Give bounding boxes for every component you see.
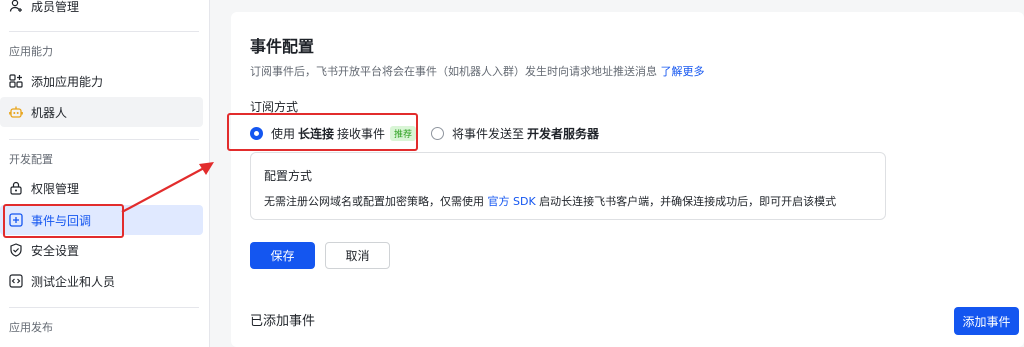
sidebar-divider [9,31,199,32]
annotation-highlight-long-connection [227,113,418,151]
page-description: 订阅事件后，飞书开放平台将会在事件（如机器人入群）发生时向请求地址推送消息 了解… [250,63,705,79]
radio-unchecked-icon[interactable] [431,126,444,140]
config-method-box: 配置方式 无需注册公网域名或配置加密策略，仅需使用 官方 SDK 启动长连接飞书… [250,152,886,220]
radio-label-bold: 开发者服务器 [527,126,600,141]
sidebar-item-member-management[interactable]: 成员管理 [0,0,203,21]
radio-label-prefix: 将事件发送至 [452,126,525,141]
config-method-title: 配置方式 [264,169,313,183]
radio-dev-server[interactable]: 将事件发送至 开发者服务器 [431,124,602,142]
grid-plus-icon [9,74,23,88]
page-title: 事件配置 [250,37,315,56]
sidebar-item-label: 机器人 [31,105,68,120]
sidebar-item-label: 安全设置 [31,243,80,258]
sidebar-item-label: 成员管理 [31,0,80,14]
lock-icon [9,181,23,195]
sidebar-item-bot[interactable]: 机器人 [0,97,203,127]
learn-more-link[interactable]: 了解更多 [661,65,705,78]
sidebar-item-label: 权限管理 [31,181,80,196]
sidebar-divider [9,139,199,140]
code-box-icon [9,274,23,288]
sidebar-item-label: 测试企业和人员 [31,274,116,289]
sidebar-item-label: 添加应用能力 [31,74,104,89]
annotation-highlight-nav [3,204,124,238]
description-text: 订阅事件后，飞书开放平台将会在事件（如机器人入群）发生时向请求地址推送消息 [250,65,657,78]
sidebar-item-add-app-ability[interactable]: 添加应用能力 [0,66,203,96]
section-label-app-abilities: 应用能力 [9,45,53,58]
section-label-app-release: 应用发布 [9,321,53,334]
config-text-suffix: 启动长连接飞书客户端，并确保连接成功后，即可开启该模式 [539,195,837,208]
robot-icon [9,105,23,119]
shield-check-icon [9,243,23,257]
config-text-prefix: 无需注册公网域名或配置加密策略，仅需使用 [264,195,484,208]
section-label-dev-config: 开发配置 [9,153,53,166]
user-plus-icon [9,0,23,13]
cancel-button[interactable]: 取消 [325,242,390,269]
config-method-text: 无需注册公网域名或配置加密策略，仅需使用 官方 SDK 启动长连接飞书客户端，并… [264,193,836,209]
sidebar-divider [9,307,199,308]
add-event-button[interactable]: 添加事件 [954,307,1019,335]
annotation-arrow-icon [121,162,214,213]
sidebar-item-test-enterprise[interactable]: 测试企业和人员 [0,266,203,296]
save-button[interactable]: 保存 [250,242,315,269]
added-events-title: 已添加事件 [250,314,316,329]
official-sdk-link[interactable]: 官方 SDK [488,195,536,208]
sidebar-item-security-settings[interactable]: 安全设置 [0,235,203,265]
